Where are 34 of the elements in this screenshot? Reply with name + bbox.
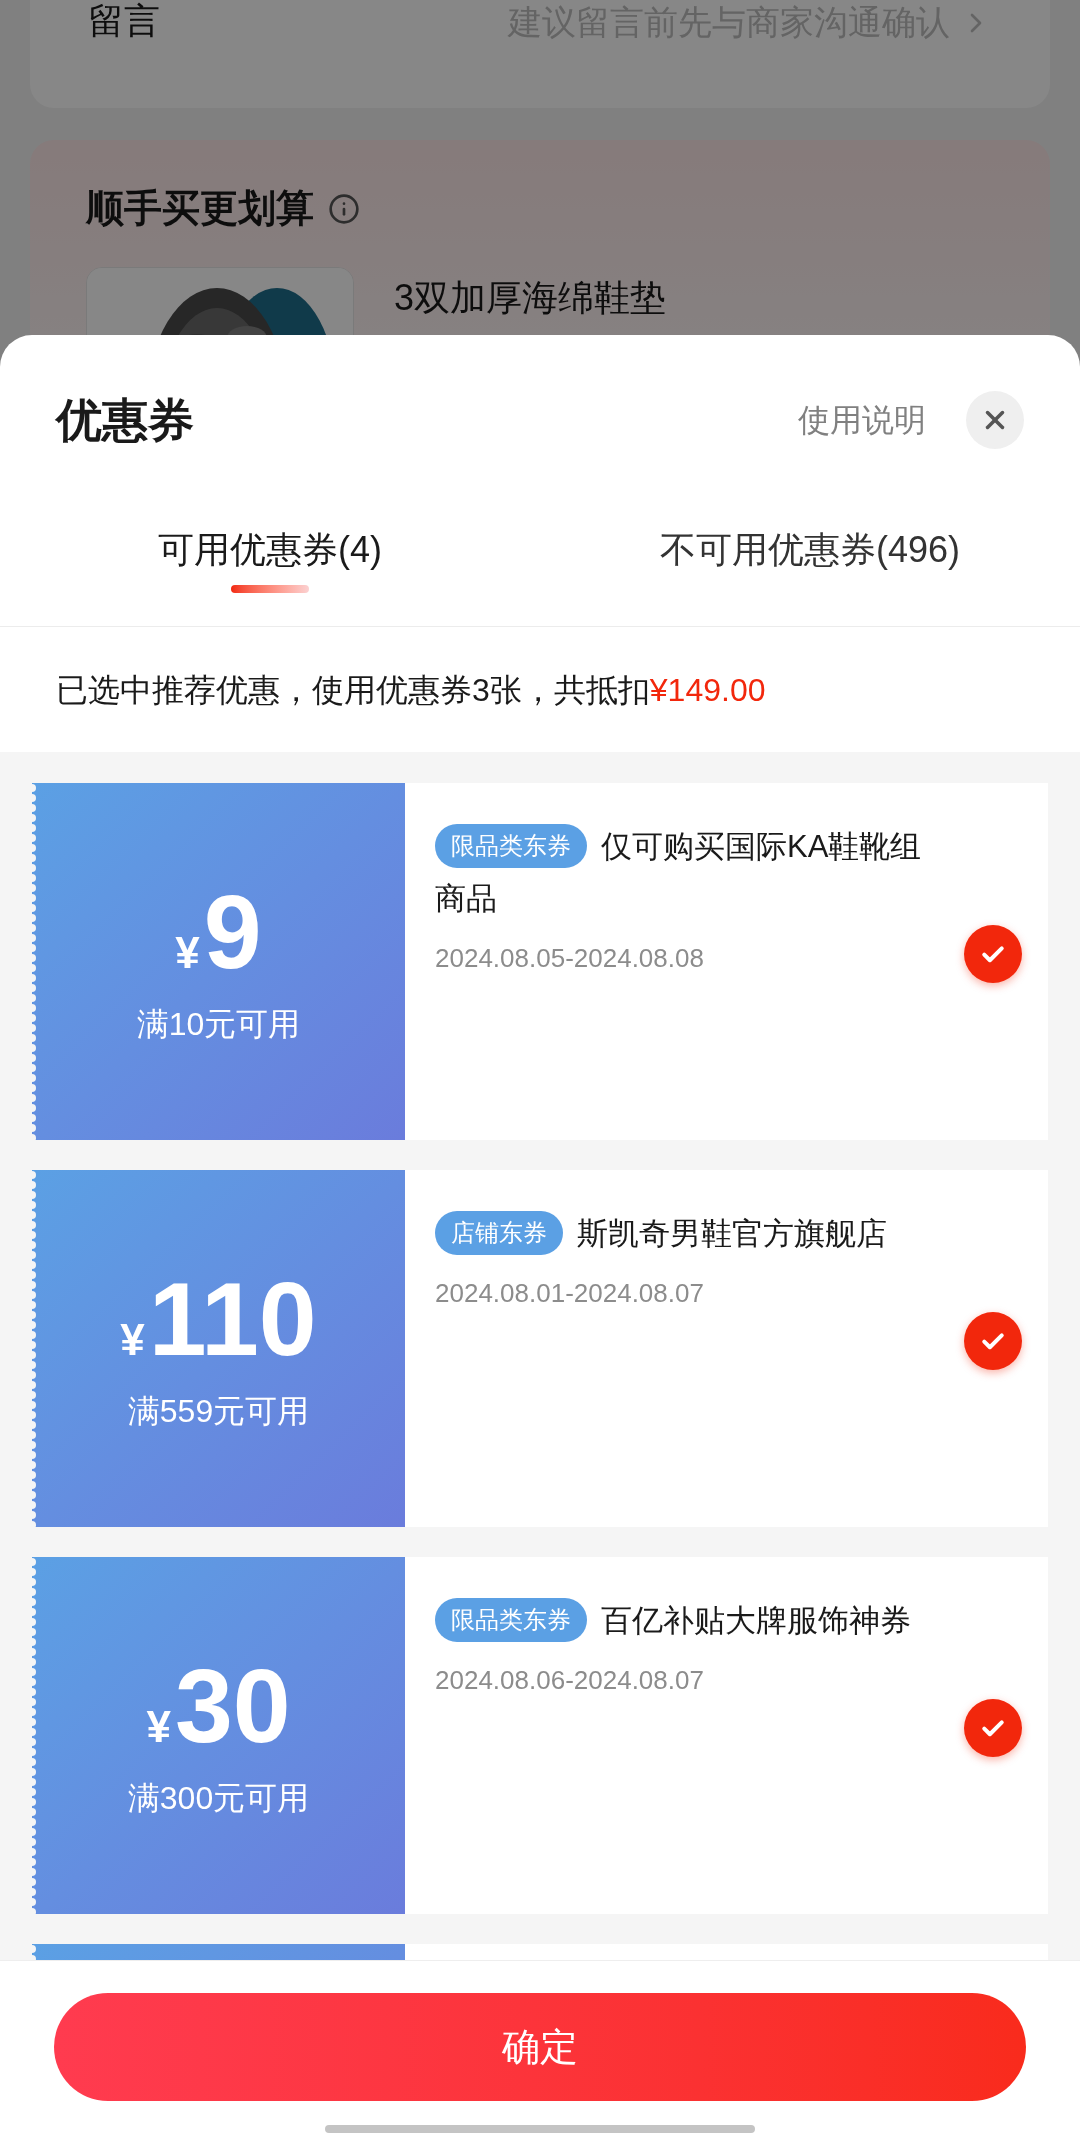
coupon-amount: 110 [148,1262,317,1377]
summary-text: 已选中推荐优惠，使用优惠券3张，共抵扣¥149.00 [56,670,766,710]
currency-symbol: ¥ [146,1701,171,1754]
currency-symbol: ¥ [120,1314,145,1367]
usage-condition: 满300元可用 [127,1778,310,1818]
remark-label: 留言 [88,0,160,43]
coupon-title: 限品类东券 百亿补贴大牌服饰神券 [435,1595,925,1647]
currency-symbol: ¥ [175,927,200,980]
confirm-button[interactable]: 确定 [54,1993,1026,2101]
section-title: 顺手买更划算 [86,186,314,231]
coupon-amount: 9 [203,875,262,990]
coupon-card[interactable]: ¥9 满10元可用 限品类东券 仅可购买国际KA鞋靴组商品 2024.08.05-2024.08.08 [32,783,1048,1140]
usage-instructions-link[interactable]: 使用说明 [798,396,926,444]
usage-condition: 满559元可用 [127,1391,310,1431]
validity-period: 2024.08.06-2024.08.07 [435,1664,705,1697]
coupon-title: 限品类东券 仅可购买国际KA鞋靴组商品 [435,821,925,925]
validity-period: 2024.08.01-2024.08.07 [435,1277,705,1310]
check-icon[interactable] [964,1312,1022,1370]
usage-condition: 满10元可用 [136,1004,301,1044]
coupon-type-tag: 限品类东券 [435,824,587,868]
sheet-title: 优惠券 [56,392,194,448]
check-icon[interactable] [964,1699,1022,1757]
check-icon[interactable] [964,925,1022,983]
coupon-card[interactable]: ¥30 满300元可用 限品类东券 百亿补贴大牌服饰神券 2024.08.06-2024.08.07 [32,1557,1048,1914]
coupon-card[interactable]: ¥110 满559元可用 店铺东券 斯凯奇男鞋官方旗舰店 2024.08.01-2024.08.07 [32,1170,1048,1527]
tab[interactable]: 可用优惠券(4) [0,465,540,626]
product-name: 3双加厚海绵鞋垫 [394,276,667,320]
tab[interactable]: 不可用优惠券(496) [540,465,1080,626]
coupon-type-tag: 店铺东券 [435,1211,563,1255]
coupon-type-tag: 限品类东券 [435,1598,587,1642]
coupon-title: 店铺东券 斯凯奇男鞋官方旗舰店 [435,1208,925,1260]
info-icon[interactable] [328,192,360,225]
validity-period: 2024.08.05-2024.08.08 [435,942,705,975]
coupon-amount: 30 [174,1649,291,1764]
